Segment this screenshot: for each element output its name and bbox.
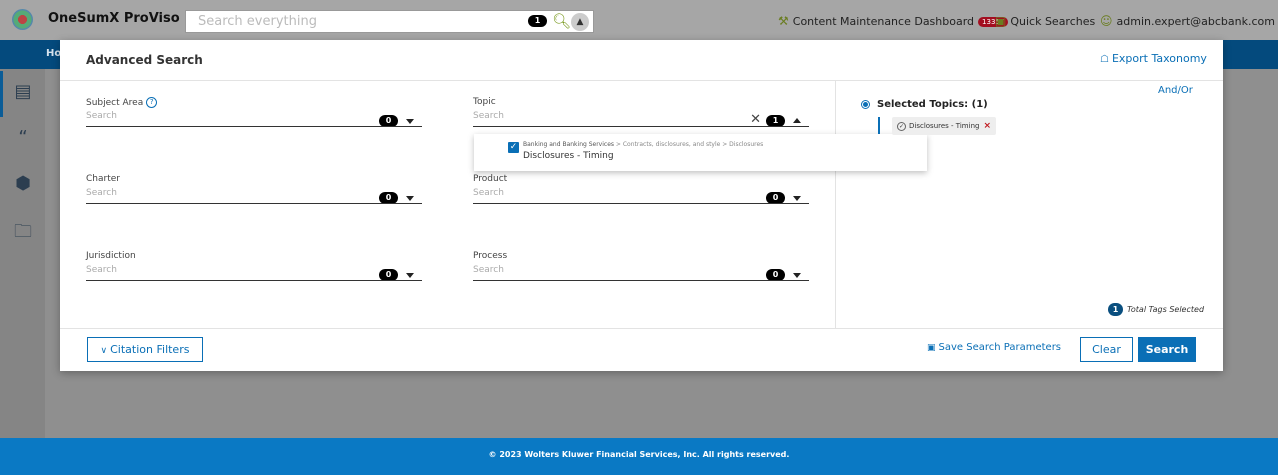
and-or-toggle[interactable]: And/Or xyxy=(1158,85,1193,96)
quick-searches-label: Quick Searches xyxy=(1010,15,1096,28)
global-search-count-badge: 1 xyxy=(528,15,547,27)
charter-underline xyxy=(86,203,422,204)
topic-search-input[interactable]: Search xyxy=(473,111,504,121)
global-search-input[interactable]: Search everything 1 🔍︎ ▲ xyxy=(185,10,594,33)
subject-area-underline xyxy=(86,126,422,127)
advanced-search-modal: Advanced Search ☖ Export Taxonomy Subject… xyxy=(60,40,1223,371)
export-taxonomy-label: Export Taxonomy xyxy=(1111,52,1207,65)
top-bar: OneSumX ProViso Search everything 1 🔍︎ ▲… xyxy=(0,0,1278,40)
jurisdiction-label: Jurisdiction xyxy=(86,251,136,261)
charter-label: Charter xyxy=(86,174,120,184)
topic-field: Topic Search ✕ 1 xyxy=(473,97,809,133)
product-label: Product xyxy=(473,174,508,184)
process-field: Process Search 0 xyxy=(473,251,809,287)
collapse-up-icon[interactable]: ▲ xyxy=(571,13,589,31)
vertical-divider xyxy=(835,81,836,328)
left-rail: ▤ “ ⬢ 🗀︎ xyxy=(0,69,45,438)
close-icon[interactable]: ✕ xyxy=(750,112,761,127)
save-search-parameters-label: Save Search Parameters xyxy=(938,342,1062,353)
subject-area-label: Subject Area? xyxy=(86,97,158,108)
footer-divider xyxy=(60,328,1223,329)
product-search-input[interactable]: Search xyxy=(473,188,504,198)
total-tags-label: Total Tags Selected xyxy=(1127,305,1205,314)
check-circle-icon: ✓ xyxy=(897,121,906,131)
dashboard-label: Content Maintenance Dashboard xyxy=(792,15,975,28)
charter-field: Charter Search 0 xyxy=(86,174,422,210)
total-tags-selected: 1 Total Tags Selected xyxy=(1108,303,1204,316)
chevron-down-icon[interactable] xyxy=(406,196,414,201)
topic-dropdown: ✓ Banking and Banking Services > Contrac… xyxy=(474,134,927,171)
product-field: Product Search 0 xyxy=(473,174,809,210)
chevron-down-icon: ∨ xyxy=(100,346,108,356)
selected-topics-radio[interactable] xyxy=(861,100,870,109)
chevron-down-icon[interactable] xyxy=(793,196,801,201)
rail-active-indicator xyxy=(0,71,3,117)
topic-label: Topic xyxy=(473,97,496,107)
save-disk-icon: ▣ xyxy=(995,14,1007,28)
user-email: admin.expert@abcbank.com xyxy=(1116,15,1275,28)
save-icon: ▣ xyxy=(927,343,936,353)
search-icon[interactable]: 🔍︎ xyxy=(552,12,571,30)
chevron-down-icon[interactable] xyxy=(793,273,801,278)
header-divider xyxy=(60,80,1223,81)
topic-option-label: Disclosures - Timing xyxy=(523,151,614,161)
jurisdiction-field: Jurisdiction Search 0 xyxy=(86,251,422,287)
jurisdiction-underline xyxy=(86,280,422,281)
quick-searches-link[interactable]: ▣ Quick Searches xyxy=(995,14,1095,28)
citation-filters-button[interactable]: ∨ Citation Filters xyxy=(87,337,203,362)
clear-button[interactable]: Clear xyxy=(1080,337,1133,362)
global-search-placeholder: Search everything xyxy=(198,14,317,29)
search-button[interactable]: Search xyxy=(1138,337,1196,362)
selected-tag-label: Disclosures - Timing xyxy=(909,122,980,130)
quote-icon[interactable]: “ xyxy=(10,127,36,153)
total-tags-count: 1 xyxy=(1108,303,1123,316)
topic-path-rest: > Contracts, disclosures, and style > Di… xyxy=(614,141,764,148)
page-footer: © 2023 Wolters Kluwer Financial Services… xyxy=(0,438,1278,475)
save-search-parameters-link[interactable]: ▣ Save Search Parameters xyxy=(927,342,1061,353)
chevron-down-icon[interactable] xyxy=(406,273,414,278)
selected-topics-bar xyxy=(878,117,880,134)
process-search-input[interactable]: Search xyxy=(473,265,504,275)
copyright-text: © 2023 Wolters Kluwer Financial Services… xyxy=(488,450,790,459)
chevron-up-icon[interactable] xyxy=(793,118,801,123)
cubes-icon[interactable]: ⬢ xyxy=(10,173,36,199)
checkbox-checked-icon[interactable]: ✓ xyxy=(508,142,519,153)
content-maintenance-dashboard-link[interactable]: ⚒ Content Maintenance Dashboard 13357 xyxy=(778,14,1009,28)
chevron-down-icon[interactable] xyxy=(406,119,414,124)
subject-area-search-input[interactable]: Search xyxy=(86,111,117,121)
process-label: Process xyxy=(473,251,508,261)
wrench-icon: ⚒ xyxy=(778,14,789,28)
help-icon[interactable]: ? xyxy=(146,97,158,108)
nav-home-link[interactable]: Ho xyxy=(46,48,61,59)
folder-icon[interactable]: 🗀︎ xyxy=(10,219,36,245)
selected-topics-title: Selected Topics: (1) xyxy=(877,99,988,110)
modal-title: Advanced Search xyxy=(86,53,203,67)
topic-option-path: Banking and Banking Services > Contracts… xyxy=(523,141,763,148)
book-icon[interactable]: ▤ xyxy=(10,81,36,107)
app-logo-icon xyxy=(12,9,33,30)
subject-area-field: Subject Area? Search 0 xyxy=(86,97,422,133)
product-underline xyxy=(473,203,809,204)
selected-tag: ✓ Disclosures - Timing × xyxy=(892,117,996,135)
citation-filters-label: Citation Filters xyxy=(110,343,190,356)
sitemap-icon: ☖ xyxy=(1100,54,1109,65)
jurisdiction-search-input[interactable]: Search xyxy=(86,265,117,275)
topic-underline xyxy=(473,126,809,127)
process-underline xyxy=(473,280,809,281)
topic-path-root: Banking and Banking Services xyxy=(523,141,615,148)
export-taxonomy-link[interactable]: ☖ Export Taxonomy xyxy=(1100,52,1207,65)
user-icon: ☺ xyxy=(1100,14,1113,28)
remove-tag-icon[interactable]: × xyxy=(983,121,991,131)
charter-search-input[interactable]: Search xyxy=(86,188,117,198)
app-title: OneSumX ProViso xyxy=(48,11,180,26)
user-menu[interactable]: ☺ admin.expert@abcbank.com xyxy=(1100,14,1275,28)
